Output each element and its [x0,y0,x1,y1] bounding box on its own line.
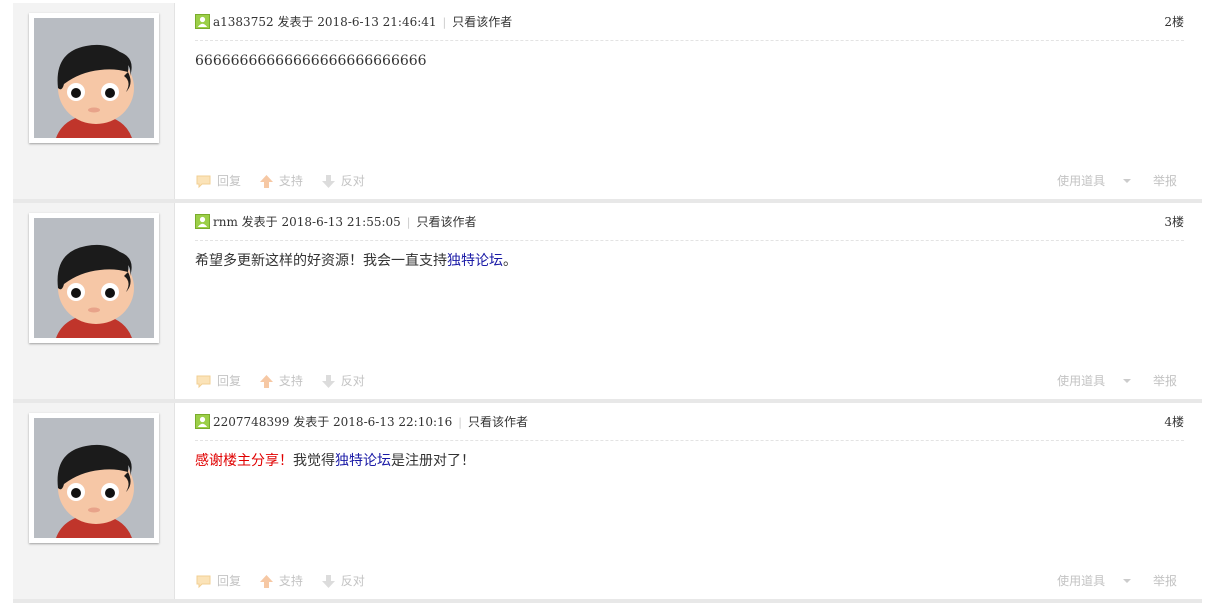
post-header: 2207748399 发表于 2018-6-13 22:10:16 | 只看该作者 … [195,413,1184,441]
arrow-down-icon [321,175,335,188]
report-link[interactable]: 举报 [1153,174,1177,188]
avatar[interactable] [29,213,159,343]
post-main: 2207748399 发表于 2018-6-13 22:10:16 | 只看该作者 … [175,403,1202,599]
reply-label: 回复 [217,574,242,588]
highlight-text: 感谢楼主分享！ [195,453,293,469]
oppose-label: 反对 [340,174,365,188]
chevron-down-icon [1123,179,1132,183]
arrow-up-icon [259,575,273,588]
post-datetime: 2018-6-13 21:55:05 [281,215,401,229]
post-actions-right: 使用道具 举报 [1021,171,1177,191]
reply-bubble-icon [196,175,211,189]
floor-number[interactable]: 4楼 [1164,413,1184,432]
only-author-link[interactable]: 只看该作者 [468,415,528,429]
tools-label: 使用道具 [1057,174,1106,188]
posted-label: 发表于 [241,215,278,229]
user-online-icon [195,214,210,229]
floor-number[interactable]: 3楼 [1164,213,1184,232]
reply-button[interactable]: 回复 [195,371,241,391]
tools-label: 使用道具 [1057,374,1106,388]
content-segment: 。 [503,253,517,269]
posted-label: 发表于 [293,415,330,429]
oppose-button[interactable]: 反对 [321,171,365,191]
tools-menu[interactable]: 使用道具 [1039,574,1132,588]
post-list: a1383752 发表于 2018-6-13 21:46:41 | 只看该作者 2楼… [13,3,1202,603]
posted-label: 发表于 [277,15,314,29]
only-author-link[interactable]: 只看该作者 [452,15,512,29]
avatar[interactable] [29,13,159,143]
oppose-label: 反对 [340,374,365,388]
post: a1383752 发表于 2018-6-13 21:46:41 | 只看该作者 2楼… [13,3,1202,203]
reply-button[interactable]: 回复 [195,171,241,191]
post-actions: 回复 支持 反对 使用道具 举报 [195,571,1177,591]
avatar-image [34,18,154,138]
reply-label: 回复 [217,374,242,388]
author-link[interactable]: 2207748399 [213,415,289,429]
avatar-image [34,218,154,338]
author-link[interactable]: a1383752 [213,15,274,29]
avatar[interactable] [29,413,159,543]
only-author-link[interactable]: 只看该作者 [417,215,477,229]
support-button[interactable]: 支持 [259,371,303,391]
chevron-down-icon [1123,379,1132,383]
divider: | [458,416,463,429]
content-segment: 希望多更新这样的好资源！我会一直支持 [195,253,447,269]
tools-menu[interactable]: 使用道具 [1039,174,1132,188]
post-actions-right: 使用道具 举报 [1021,371,1177,391]
oppose-button[interactable]: 反对 [321,571,365,591]
report-link[interactable]: 举报 [1153,574,1177,588]
post-actions-right: 使用道具 举报 [1021,571,1177,591]
arrow-down-icon [321,375,335,388]
support-label: 支持 [278,374,303,388]
support-label: 支持 [278,574,303,588]
content-segment: 是注册对了！ [391,453,475,469]
post-sidebar [13,3,175,199]
post-datetime: 2018-6-13 21:46:41 [317,15,437,29]
support-button[interactable]: 支持 [259,571,303,591]
content-segment: 我觉得 [293,453,335,469]
post-datetime: 2018-6-13 22:10:16 [333,415,453,429]
post-main: rnm 发表于 2018-6-13 21:55:05 | 只看该作者 3楼 希望多更… [175,203,1202,399]
post-header: rnm 发表于 2018-6-13 21:55:05 | 只看该作者 3楼 [195,213,1184,241]
user-online-icon [195,14,210,29]
post-main: a1383752 发表于 2018-6-13 21:46:41 | 只看该作者 2楼… [175,3,1202,199]
post: 2207748399 发表于 2018-6-13 22:10:16 | 只看该作者 … [13,403,1202,603]
arrow-down-icon [321,575,335,588]
oppose-label: 反对 [340,574,365,588]
divider: | [406,216,411,229]
forum-name-link[interactable]: 独特论坛 [335,453,391,469]
post-content: 希望多更新这样的好资源！我会一直支持独特论坛。 [195,249,1184,273]
content-segment: 66666666666666666666666666 [195,53,427,69]
forum-name-link[interactable]: 独特论坛 [447,253,503,269]
author-link[interactable]: rnm [213,215,238,229]
support-button[interactable]: 支持 [259,171,303,191]
post-sidebar [13,403,175,599]
arrow-up-icon [259,375,273,388]
support-label: 支持 [278,174,303,188]
post-content: 感谢楼主分享！我觉得独特论坛是注册对了！ [195,449,1184,473]
post-actions: 回复 支持 反对 使用道具 举报 [195,371,1177,391]
post-sidebar [13,203,175,399]
divider: | [442,16,447,29]
reply-bubble-icon [196,375,211,389]
post-header: a1383752 发表于 2018-6-13 21:46:41 | 只看该作者 2楼 [195,13,1184,41]
chevron-down-icon [1123,579,1132,583]
arrow-up-icon [259,175,273,188]
post-actions: 回复 支持 反对 使用道具 举报 [195,171,1177,191]
tools-menu[interactable]: 使用道具 [1039,374,1132,388]
post-content: 66666666666666666666666666 [195,49,1184,73]
reply-button[interactable]: 回复 [195,571,241,591]
floor-number[interactable]: 2楼 [1164,13,1184,32]
avatar-image [34,418,154,538]
oppose-button[interactable]: 反对 [321,371,365,391]
post: rnm 发表于 2018-6-13 21:55:05 | 只看该作者 3楼 希望多更… [13,203,1202,403]
user-online-icon [195,414,210,429]
report-link[interactable]: 举报 [1153,374,1177,388]
tools-label: 使用道具 [1057,574,1106,588]
reply-bubble-icon [196,575,211,589]
reply-label: 回复 [217,174,242,188]
